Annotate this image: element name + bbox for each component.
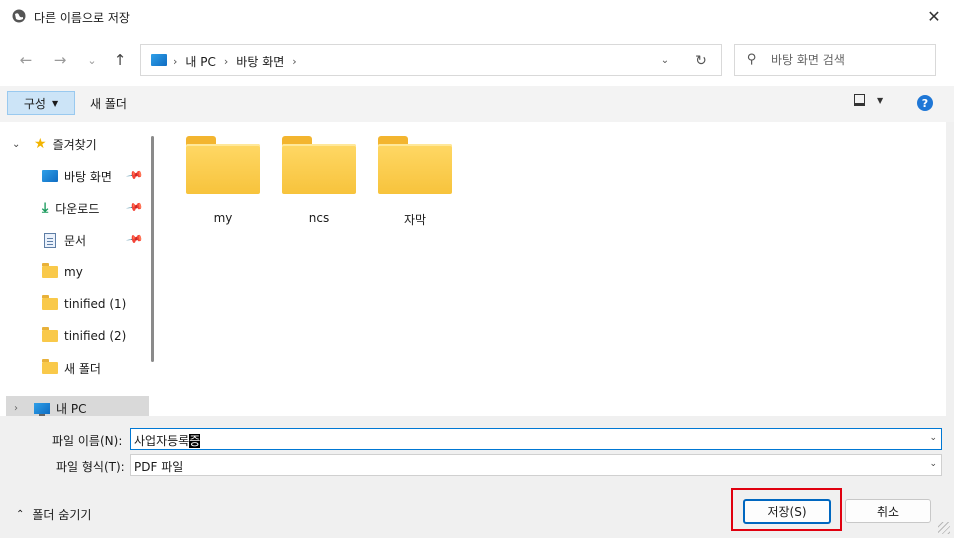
view-icon [854, 94, 865, 106]
breadcrumb: › 내 PC › 바탕 화면 › [173, 53, 297, 70]
save-form: 파일 이름(N): 사업자등록증 ⌄ 파일 형식(T): PDF 파일 ⌄ ⌃ … [0, 416, 954, 538]
filename-value: 사업자등록 [134, 434, 190, 448]
chevron-down-icon[interactable]: ⌄ [929, 433, 937, 443]
refresh-button[interactable]: ↻ [691, 51, 711, 71]
navigation-bar: ← → ⌄ ↑ › 내 PC › 바탕 화면 › ⌄ ↻ ⚲ [0, 34, 954, 86]
sidebar-item-my[interactable]: my [42, 260, 148, 284]
pc-icon [151, 54, 167, 66]
sidebar-item-label: 내 PC [56, 401, 87, 416]
folder-name: 자막 [403, 213, 427, 227]
breadcrumb-separator[interactable]: › [292, 55, 296, 68]
filename-text: 사업자등록증 [134, 432, 201, 449]
sidebar-item-label: 즐겨찾기 [52, 137, 97, 152]
sidebar-item-tinified-1[interactable]: tinified (1) [42, 292, 148, 316]
folder-icon [282, 136, 356, 194]
cancel-button[interactable]: 취소 [845, 499, 931, 523]
computer-icon [34, 402, 50, 416]
chevron-right-icon[interactable]: › [14, 403, 18, 414]
folder-icon [42, 359, 58, 374]
sidebar-item-this-pc[interactable]: › 내 PC [6, 396, 149, 416]
address-dropdown-button[interactable]: ⌄ [657, 52, 673, 68]
sidebar-item-tinified-2[interactable]: tinified (2) [42, 324, 148, 348]
resize-grip[interactable] [938, 522, 950, 534]
search-icon: ⚲ [747, 52, 757, 67]
sidebar-item-new-folder[interactable]: 새 폴더 [42, 356, 148, 380]
folder-item-subtitles[interactable]: 자막 [372, 136, 452, 227]
hide-folders-button[interactable]: ⌃ 폴더 숨기기 [16, 506, 91, 523]
globe-icon [12, 9, 26, 23]
chevron-down-icon[interactable]: ⌄ [12, 139, 20, 150]
sidebar-item-label: 바탕 화면 [64, 169, 112, 184]
breadcrumb-item-pc[interactable]: 내 PC [185, 53, 215, 70]
sidebar-item-label: 문서 [64, 233, 87, 248]
sidebar-scrollbar[interactable] [151, 136, 154, 362]
up-button[interactable]: ↑ [108, 49, 132, 71]
sidebar-item-quick-access[interactable]: ⌄ ★ 즐겨찾기 [0, 132, 150, 156]
window-title: 다른 이름으로 저장 [34, 11, 130, 25]
sidebar-item-label: tinified (2) [64, 329, 127, 343]
filename-selected-text: 증 [189, 434, 201, 448]
folder-icon [42, 327, 58, 342]
caret-down-icon: ▼ [51, 98, 59, 108]
breadcrumb-separator: › [223, 55, 229, 68]
sidebar-item-label: 새 폴더 [64, 361, 101, 376]
hide-folders-label: 폴더 숨기기 [32, 508, 92, 522]
save-button[interactable]: 저장(S) [743, 499, 831, 524]
help-button[interactable]: ? [917, 95, 933, 111]
command-bar: 구성 ▼ 새 폴더 ▼ ? [0, 86, 954, 122]
filetype-select[interactable]: PDF 파일 ⌄ [130, 454, 942, 476]
back-button[interactable]: ← [14, 49, 38, 71]
navigation-pane[interactable]: ⌄ ★ 즐겨찾기 바탕 화면 📌 ⤓ 다운로드 📌 문서 📌 my tinifi… [0, 122, 160, 416]
filetype-label: 파일 형식(T): [56, 460, 125, 474]
sidebar-item-label: my [64, 265, 83, 279]
folder-icon [378, 136, 452, 194]
breadcrumb-item-desktop[interactable]: 바탕 화면 [236, 53, 284, 70]
folder-name: my [213, 211, 233, 225]
title-bar: 다른 이름으로 저장 ✕ [0, 0, 954, 34]
folder-item-my[interactable]: my [180, 136, 260, 226]
filetype-value: PDF 파일 [134, 460, 184, 474]
document-icon [44, 232, 56, 248]
new-folder-button[interactable]: 새 폴더 [90, 95, 127, 112]
chevron-down-icon[interactable]: ⌄ [929, 459, 937, 469]
chevron-up-icon: ⌃ [16, 509, 25, 520]
content-scrollbar[interactable] [946, 122, 954, 416]
caret-down-icon: ▼ [877, 95, 884, 105]
star-icon: ★ [34, 136, 47, 152]
filename-input[interactable]: 사업자등록증 ⌄ [130, 428, 942, 450]
sidebar-item-label: 다운로드 [55, 201, 100, 216]
breadcrumb-separator: › [173, 55, 178, 68]
desktop-icon [42, 170, 58, 182]
download-icon: ⤓ [42, 200, 49, 216]
address-bar[interactable]: › 내 PC › 바탕 화면 › ⌄ ↻ [140, 44, 722, 76]
sidebar-item-label: tinified (1) [64, 297, 127, 311]
file-list[interactable]: my ncs 자막 [160, 122, 946, 416]
folder-item-ncs[interactable]: ncs [276, 136, 356, 226]
folder-icon [42, 263, 58, 278]
view-options-button[interactable]: ▼ [854, 94, 883, 106]
close-button[interactable]: ✕ [920, 2, 948, 30]
folder-name: ncs [308, 211, 330, 225]
folder-icon [186, 136, 260, 194]
folder-icon [42, 295, 58, 310]
filename-label: 파일 이름(N): [52, 434, 123, 448]
forward-button[interactable]: → [48, 49, 72, 71]
organize-button[interactable]: 구성 ▼ [7, 91, 75, 115]
search-box[interactable]: ⚲ [734, 44, 936, 76]
search-input[interactable] [771, 51, 921, 69]
recent-locations-button[interactable]: ⌄ [80, 49, 104, 71]
organize-label: 구성 [23, 96, 46, 111]
